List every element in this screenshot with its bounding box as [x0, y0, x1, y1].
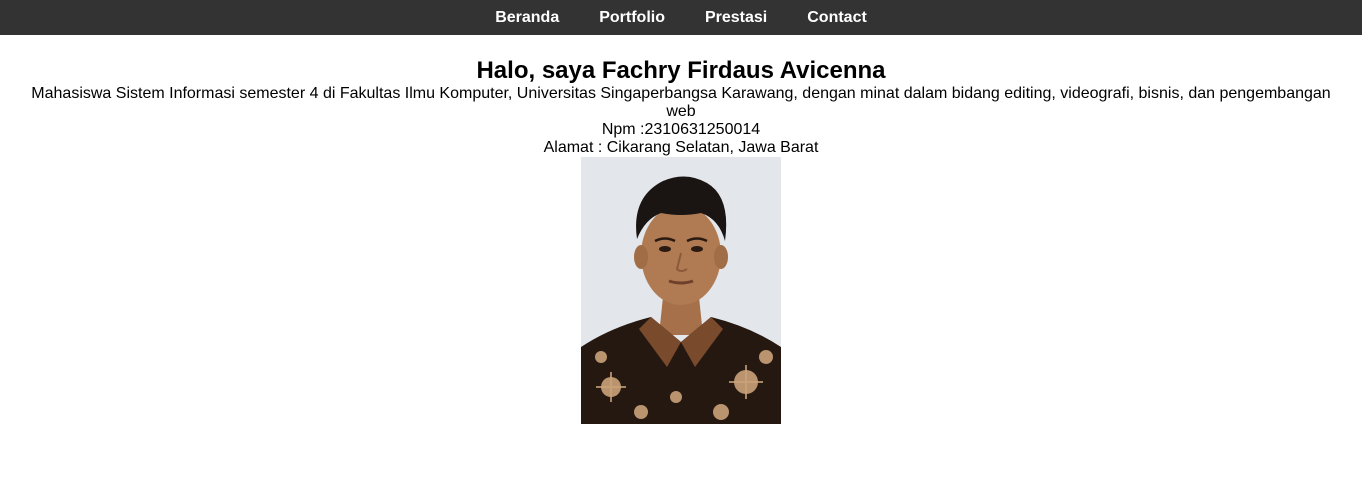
profile-photo — [581, 157, 781, 424]
profile-section: Halo, saya Fachry Firdaus Avicenna Mahas… — [0, 35, 1362, 424]
page-title: Halo, saya Fachry Firdaus Avicenna — [476, 57, 886, 84]
nav-link-contact[interactable]: Contact — [807, 0, 867, 35]
top-navbar: Beranda Portfolio Prestasi Contact — [0, 0, 1362, 35]
address-text: Alamat : Cikarang Selatan, Jawa Barat — [543, 139, 819, 156]
profile-description: Mahasiswa Sistem Informasi semester 4 di… — [31, 85, 1331, 120]
npm-text: Npm :2310631250014 — [601, 121, 761, 138]
nav-link-portfolio[interactable]: Portfolio — [599, 0, 665, 35]
nav-link-prestasi[interactable]: Prestasi — [705, 0, 767, 35]
nav-link-beranda[interactable]: Beranda — [495, 0, 559, 35]
